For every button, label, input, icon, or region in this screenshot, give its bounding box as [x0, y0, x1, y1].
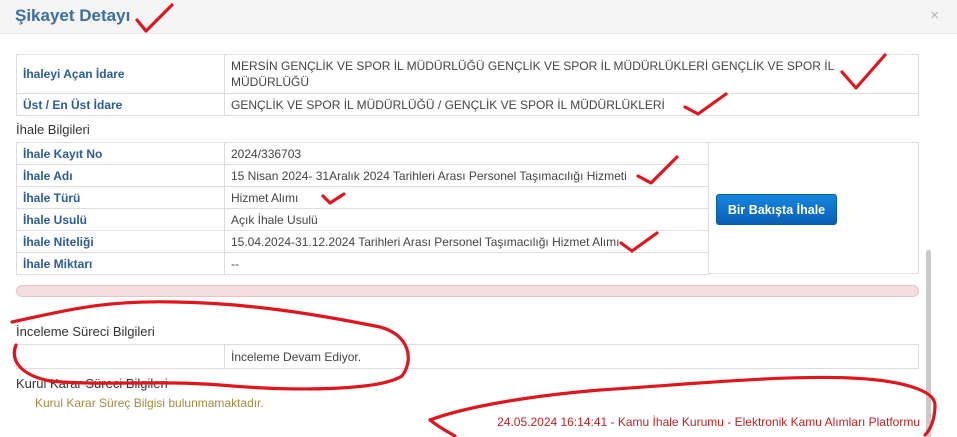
kurul-section-title: Kurul Karar Süreci Bilgileri	[16, 376, 168, 391]
close-icon[interactable]: ×	[930, 7, 939, 24]
row-label: İhale Niteliği	[16, 230, 225, 253]
kurul-note: Kurul Karar Süreç Bilgisi bulunmamaktadı…	[35, 396, 264, 410]
table-row: İhaleyi Açan İdare MERSİN GENÇLİK VE SPO…	[16, 54, 919, 94]
row-value: 15 Nisan 2024- 31Aralık 2024 Tarihleri A…	[224, 164, 709, 187]
table-row: Üst / En Üst İdare GENÇLİK VE SPOR İL MÜ…	[16, 93, 919, 116]
row-label: Üst / En Üst İdare	[16, 93, 225, 116]
row-label: İhaleyi Açan İdare	[16, 54, 225, 94]
row-label: İhale Miktarı	[16, 252, 225, 275]
row-value: Hizmet Alımı	[224, 186, 709, 209]
row-label: İhale Adı	[16, 164, 225, 187]
row-value: MERSİN GENÇLİK VE SPOR İL MÜDÜRLÜĞÜ GENÇ…	[224, 54, 919, 94]
scrollbar-thumb[interactable]	[926, 250, 931, 437]
table-row: İhale Türü Hizmet Alımı	[16, 186, 709, 209]
ihale-table: İhale Kayıt No 2024/336703 İhale Adı 15 …	[16, 142, 709, 275]
row-label	[16, 344, 225, 369]
complaint-detail-modal: Şikayet Detayı × İhaleyi Açan İdare MERS…	[0, 0, 957, 437]
table-row: İhale Usulü Açık İhale Usulü	[16, 208, 709, 231]
table-row: İhale Niteliği 15.04.2024-31.12.2024 Tar…	[16, 230, 709, 253]
row-value: GENÇLİK VE SPOR İL MÜDÜRLÜĞÜ / GENÇLİK V…	[224, 93, 919, 116]
table-row: İhale Kayıt No 2024/336703	[16, 142, 709, 165]
inceleme-table: İnceleme Devam Ediyor.	[16, 344, 919, 369]
table-row: İnceleme Devam Ediyor.	[16, 344, 919, 369]
bir-bakista-ihale-button[interactable]: Bir Bakışta İhale	[716, 194, 837, 225]
inceleme-section-title: İnceleme Süreci Bilgileri	[16, 324, 155, 339]
modal-title: Şikayet Detayı	[15, 6, 131, 25]
row-value: Açık İhale Usulü	[224, 208, 709, 231]
ihale-section-title: İhale Bilgileri	[16, 122, 90, 137]
row-label: İhale Kayıt No	[16, 142, 225, 165]
table-row: İhale Adı 15 Nisan 2024- 31Aralık 2024 T…	[16, 164, 709, 187]
progress-bar	[16, 285, 919, 297]
row-value: --	[224, 252, 709, 275]
inceleme-status: İnceleme Devam Ediyor.	[224, 344, 919, 369]
row-value: 2024/336703	[224, 142, 709, 165]
row-label: İhale Usulü	[16, 208, 225, 231]
row-value: 15.04.2024-31.12.2024 Tarihleri Arası Pe…	[224, 230, 709, 253]
table-row: İhale Miktarı --	[16, 252, 709, 275]
footer-text: 24.05.2024 16:14:41 - Kamu İhale Kurumu …	[497, 415, 920, 429]
modal-header: Şikayet Detayı ×	[0, 0, 957, 34]
idare-table: İhaleyi Açan İdare MERSİN GENÇLİK VE SPO…	[16, 54, 919, 116]
row-label: İhale Türü	[16, 186, 225, 209]
